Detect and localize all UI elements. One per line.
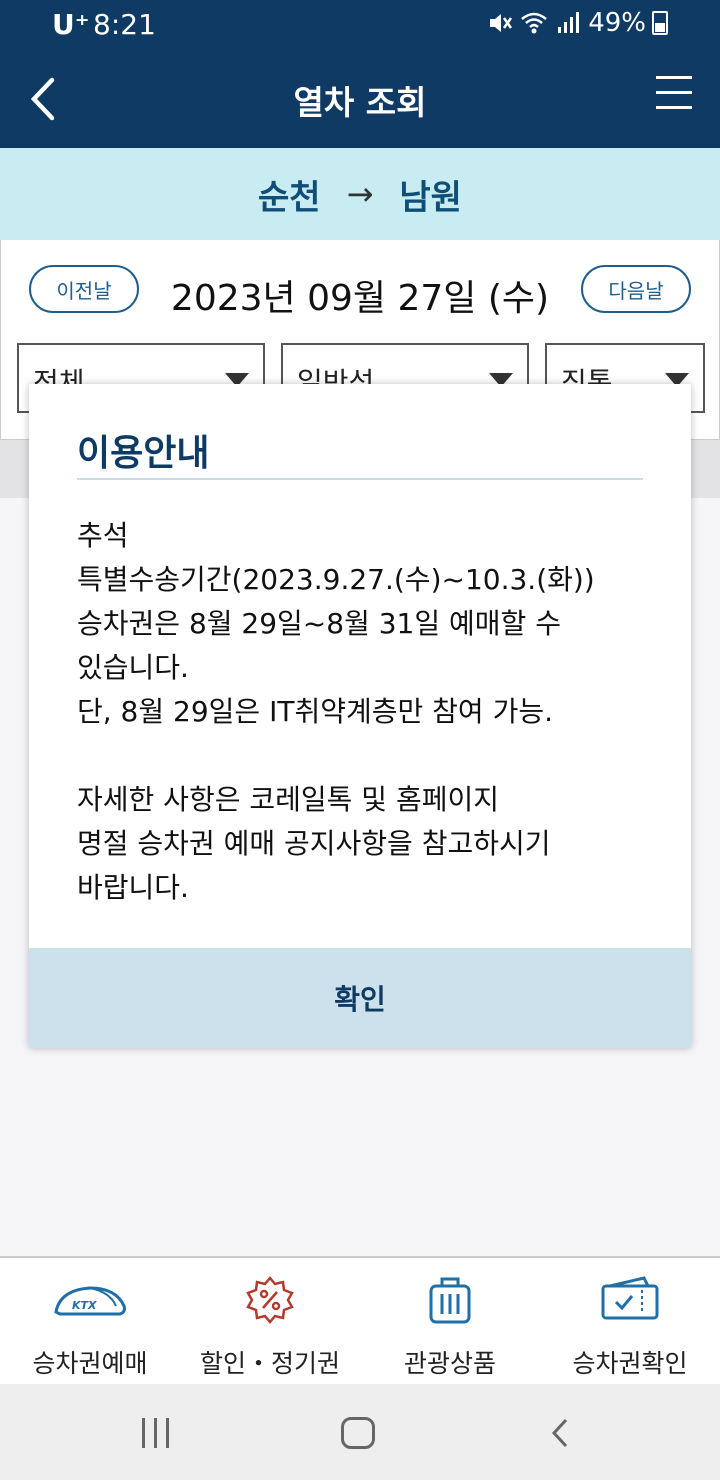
luggage-icon: [429, 1277, 471, 1324]
app-header: 열차 조회: [0, 50, 720, 148]
nav-ticket-booking[interactable]: KTX 승차권예매: [0, 1258, 180, 1384]
nav-label: 승차권확인: [572, 1349, 688, 1378]
nav-label: 승차권예매: [32, 1349, 148, 1378]
dialog-line-blank: [77, 734, 651, 778]
recent-apps-icon[interactable]: [140, 1418, 172, 1448]
dialog-title: 이용안내: [77, 433, 210, 474]
dialog-line: 자세한 사항은 코레일톡 및 홈페이지: [77, 783, 500, 816]
nav-tour-products[interactable]: 관광상품: [360, 1258, 540, 1384]
route-arrow-icon: →: [346, 175, 374, 213]
confirm-button[interactable]: 확인: [29, 948, 691, 1048]
signal-icon: [558, 12, 580, 33]
carrier-label: U⁺: [52, 8, 90, 41]
status-bar: U⁺ 8:21 49%: [0, 0, 720, 50]
ktx-train-icon: KTX: [54, 1286, 126, 1316]
nav-ticket-check[interactable]: 승차권확인: [540, 1258, 720, 1384]
dialog-line: 단, 8월 29일은 IT취약계층만 참여 가능.: [77, 695, 553, 728]
notice-dialog: 이용안내 추석 특별수송기간(2023.9.27.(수)~10.3.(화)) 승…: [29, 384, 691, 1048]
wifi-icon: [521, 12, 548, 34]
hamburger-menu-icon[interactable]: [656, 76, 692, 116]
discount-icon: [246, 1276, 294, 1324]
dialog-divider: [77, 478, 643, 480]
mute-icon: [490, 14, 513, 32]
next-day-button[interactable]: 다음날: [581, 265, 691, 313]
home-icon[interactable]: [341, 1417, 375, 1449]
dialog-line: 있습니다.: [77, 651, 189, 684]
ktx-badge: KTX: [72, 1299, 97, 1312]
battery-percent: 49%: [588, 8, 646, 38]
arrival-station: 남원: [399, 177, 462, 218]
dialog-line: 승차권은 8월 29일~8월 31일 예매할 수: [77, 607, 561, 640]
page-title: 열차 조회: [293, 83, 427, 122]
nav-discount-pass[interactable]: 할인・정기권: [180, 1258, 360, 1384]
route-bar: 순천 → 남원: [0, 148, 720, 240]
system-navigation-bar: [0, 1384, 720, 1480]
system-back-icon[interactable]: [546, 1416, 576, 1450]
dialog-line: 명절 승차권 예매 공지사항을 참고하시기: [77, 827, 551, 860]
nav-label: 관광상품: [403, 1349, 496, 1378]
dialog-line: 특별수송기간(2023.9.27.(수)~10.3.(화)): [77, 563, 595, 596]
dialog-body: 추석 특별수송기간(2023.9.27.(수)~10.3.(화)) 승차권은 8…: [77, 514, 651, 910]
dialog-line: 바랍니다.: [77, 871, 189, 904]
nav-label: 할인・정기권: [199, 1349, 340, 1378]
clock-time: 8:21: [93, 8, 156, 41]
ticket-check-icon: [601, 1276, 659, 1320]
departure-station: 순천: [258, 177, 321, 218]
battery-icon: [652, 11, 668, 35]
dialog-line: 추석: [77, 519, 129, 552]
bottom-navigation: KTX 승차권예매 할인・정기권 관광상품 승차권확인: [0, 1256, 720, 1384]
status-icons: 49%: [486, 8, 668, 38]
